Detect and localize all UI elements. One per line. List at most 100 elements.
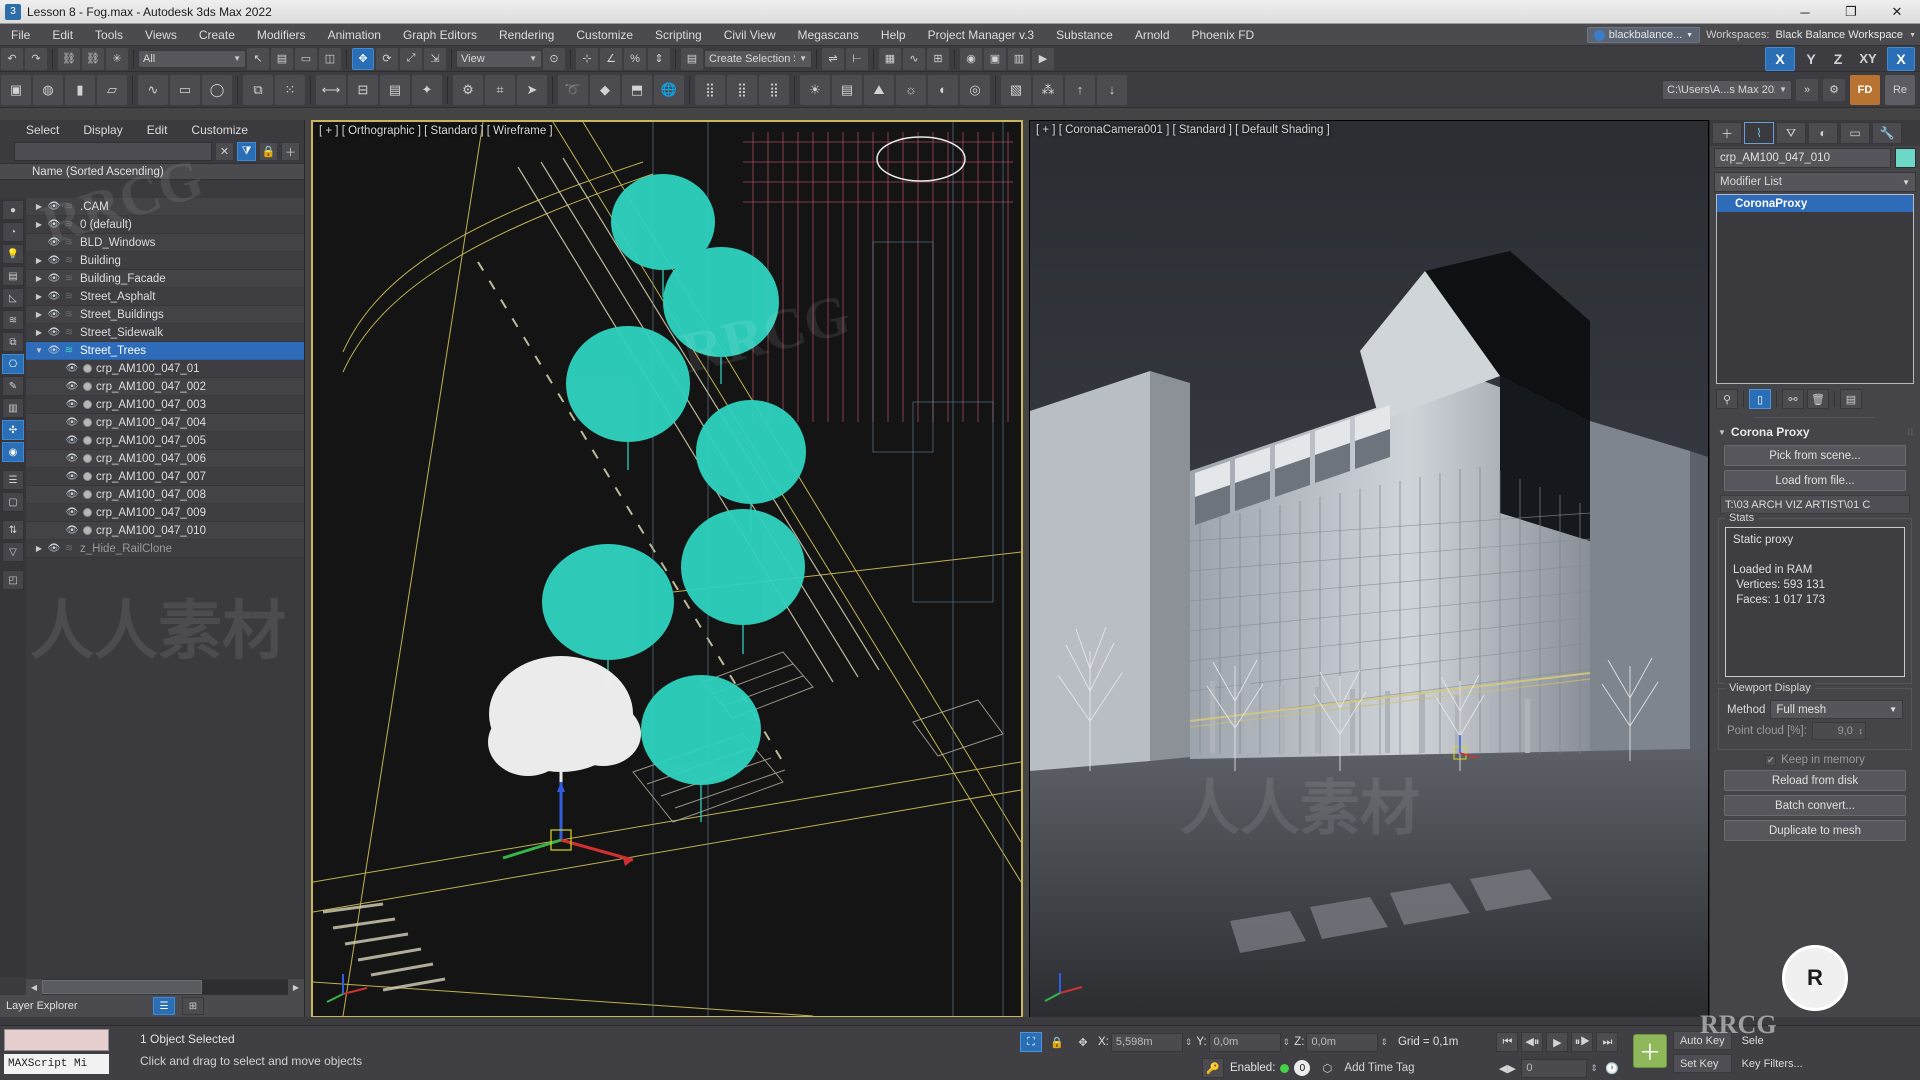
camera-button[interactable]: ▤: [832, 74, 862, 105]
table-row[interactable]: 👁 crp_AM100_047_007: [26, 468, 304, 486]
bevel-button[interactable]: ◆: [590, 74, 620, 105]
percent-snap-button[interactable]: %: [624, 47, 646, 70]
time-tag-icon[interactable]: ⬡: [1316, 1058, 1338, 1078]
create-plane-button[interactable]: ▱: [97, 74, 127, 105]
menu-item-help[interactable]: Help: [870, 24, 917, 46]
rollout-drag-handle[interactable]: ⦙⦙: [1908, 427, 1914, 438]
menu-item-views[interactable]: Views: [134, 24, 188, 46]
list-view-icon[interactable]: ☰: [2, 470, 24, 490]
add-layer-icon[interactable]: ＋: [281, 142, 300, 161]
chevron-right-icon[interactable]: ▶: [32, 256, 46, 265]
daylight-button[interactable]: ◐: [928, 74, 958, 105]
use-pivot-center-button[interactable]: ⊙: [543, 47, 565, 70]
menu-item-project-manager-v-3[interactable]: Project Manager v.3: [917, 24, 1046, 46]
menu-item-modifiers[interactable]: Modifiers: [246, 24, 317, 46]
key-mode-icon[interactable]: 🔑: [1202, 1058, 1224, 1078]
spinner-snap-button[interactable]: ⇕: [648, 47, 670, 70]
hierarchy-tab[interactable]: ⛛: [1776, 122, 1806, 144]
eye-icon[interactable]: 👁: [46, 201, 62, 212]
previous-frame-button[interactable]: ◀⏸: [1521, 1032, 1544, 1052]
compass-button[interactable]: ✦: [412, 74, 442, 105]
select-link-button[interactable]: ⛓: [58, 47, 80, 70]
filter-geometry-icon[interactable]: ●: [2, 200, 24, 220]
utilities-tab[interactable]: 🔧: [1872, 122, 1902, 144]
add-key-button[interactable]: ＋: [1632, 1034, 1667, 1068]
redo-button[interactable]: ↷: [25, 47, 47, 70]
modifier-list-dropdown[interactable]: Modifier List ▼: [1714, 172, 1916, 192]
table-row[interactable]: ▼ 👁 ≋ Street_Trees: [26, 342, 304, 360]
light-button[interactable]: ☀: [800, 74, 830, 105]
axis-constraint-x-button[interactable]: X: [1765, 46, 1795, 71]
menu-item-customize[interactable]: Customize: [565, 24, 644, 46]
table-row[interactable]: 👁 crp_AM100_047_006: [26, 450, 304, 468]
rendered-frame-button[interactable]: ▥: [1008, 47, 1030, 70]
keep-in-memory-checkbox[interactable]: ✔: [1765, 754, 1777, 766]
key-step-icon[interactable]: ◀▶: [1496, 1058, 1518, 1078]
create-circle-button[interactable]: ◯: [202, 74, 232, 105]
filter-lights-icon[interactable]: 💡: [2, 244, 24, 264]
filter-icon[interactable]: ⧩: [237, 142, 256, 161]
search-input[interactable]: [14, 142, 212, 161]
material-editor-button[interactable]: ◉: [960, 47, 982, 70]
eye-icon[interactable]: 👁: [64, 435, 80, 446]
z-value[interactable]: 0,0m: [1306, 1032, 1379, 1052]
menu-item-create[interactable]: Create: [188, 24, 246, 46]
chevron-right-icon[interactable]: ▶: [32, 310, 46, 319]
eye-icon[interactable]: 👁: [64, 381, 80, 392]
filter-helpers-icon[interactable]: ◺: [2, 288, 24, 308]
grid-button[interactable]: ▤: [380, 74, 410, 105]
target-light-button[interactable]: ◎: [960, 74, 990, 105]
proxy-button[interactable]: ▧: [1001, 74, 1031, 105]
workspaces-chevron-icon[interactable]: ▼: [1909, 32, 1916, 39]
filter-shapes-icon[interactable]: ◔: [2, 222, 24, 242]
sort-icon[interactable]: ⇅: [2, 520, 24, 540]
table-row[interactable]: ▶ 👁 ≋ Building_Facade: [26, 270, 304, 288]
angle-snap-button[interactable]: ∠: [600, 47, 622, 70]
subobject-poly-button[interactable]: ⣿: [759, 74, 789, 105]
menu-item-edit[interactable]: Edit: [41, 24, 84, 46]
corona-proxy-rollout-header[interactable]: ▼ Corona Proxy ⦙⦙: [1710, 423, 1920, 441]
x-spinner-icon[interactable]: ⇕: [1185, 1037, 1193, 1048]
selected-label[interactable]: Sele: [1736, 1031, 1809, 1050]
menu-item-scripting[interactable]: Scripting: [644, 24, 713, 46]
reload-from-disk-button[interactable]: Reload from disk: [1724, 770, 1906, 791]
set-key-button[interactable]: Set Key: [1672, 1054, 1732, 1073]
go-to-end-button[interactable]: ⏭: [1596, 1032, 1619, 1052]
object-name-field[interactable]: crp_AM100_047_010: [1714, 148, 1891, 168]
make-unique-icon[interactable]: ⚯: [1782, 389, 1804, 409]
table-row[interactable]: ▶ 👁 ≋ z_Hide_RailClone: [26, 540, 304, 558]
menu-item-megascans[interactable]: Megascans: [787, 24, 870, 46]
align-button[interactable]: ⊢: [846, 47, 868, 70]
table-row[interactable]: 👁 crp_AM100_047_01: [26, 360, 304, 378]
maxscript-mini-listener[interactable]: MAXScript Mi: [4, 1029, 109, 1077]
axis-constraint-toggle-button[interactable]: X: [1887, 46, 1915, 71]
y-spinner-icon[interactable]: ⇕: [1283, 1037, 1291, 1048]
menu-item-animation[interactable]: Animation: [317, 24, 392, 46]
eye-icon[interactable]: 👁: [64, 363, 80, 374]
hscroll-track[interactable]: [42, 980, 288, 994]
load-from-file-button[interactable]: Load from file...: [1724, 470, 1906, 491]
chevron-right-icon[interactable]: ▶: [32, 220, 46, 229]
eye-icon[interactable]: 👁: [46, 237, 62, 248]
x-coordinate[interactable]: X: 5,598m ⇕: [1098, 1032, 1193, 1052]
motion-button[interactable]: ➤: [517, 74, 547, 105]
scene-explorer-menu-display[interactable]: Display: [71, 123, 134, 137]
show-end-result-icon[interactable]: ▯: [1749, 389, 1771, 409]
transform-gizmo-icon[interactable]: ✥: [1072, 1032, 1094, 1052]
create-cylinder-button[interactable]: ▮: [65, 74, 95, 105]
project-path-combo[interactable]: C:\Users\A...s Max 2022 ▼: [1662, 79, 1792, 100]
move-down-button[interactable]: ↓: [1097, 74, 1127, 105]
motion-tab[interactable]: ◐: [1808, 122, 1838, 144]
chevron-right-icon[interactable]: ▶: [32, 274, 46, 283]
modify-panel-button[interactable]: ⚙: [453, 74, 483, 105]
viewport-left-label[interactable]: [ + ] [ Orthographic ] [ Standard ] [ Wi…: [319, 125, 553, 137]
sun-positioner-button[interactable]: ☼: [896, 74, 926, 105]
add-time-tag-label[interactable]: Add Time Tag: [1344, 1062, 1414, 1074]
scene-explorer-column-header[interactable]: Name (Sorted Ascending): [0, 163, 304, 180]
table-row[interactable]: ▶ 👁 ≋ Building: [26, 252, 304, 270]
layer-explorer-button[interactable]: ▦: [879, 47, 901, 70]
table-row[interactable]: 👁 crp_AM100_047_008: [26, 486, 304, 504]
eye-icon[interactable]: 👁: [64, 489, 80, 500]
menu-item-graph-editors[interactable]: Graph Editors: [392, 24, 488, 46]
undo-button[interactable]: ↶: [1, 47, 23, 70]
